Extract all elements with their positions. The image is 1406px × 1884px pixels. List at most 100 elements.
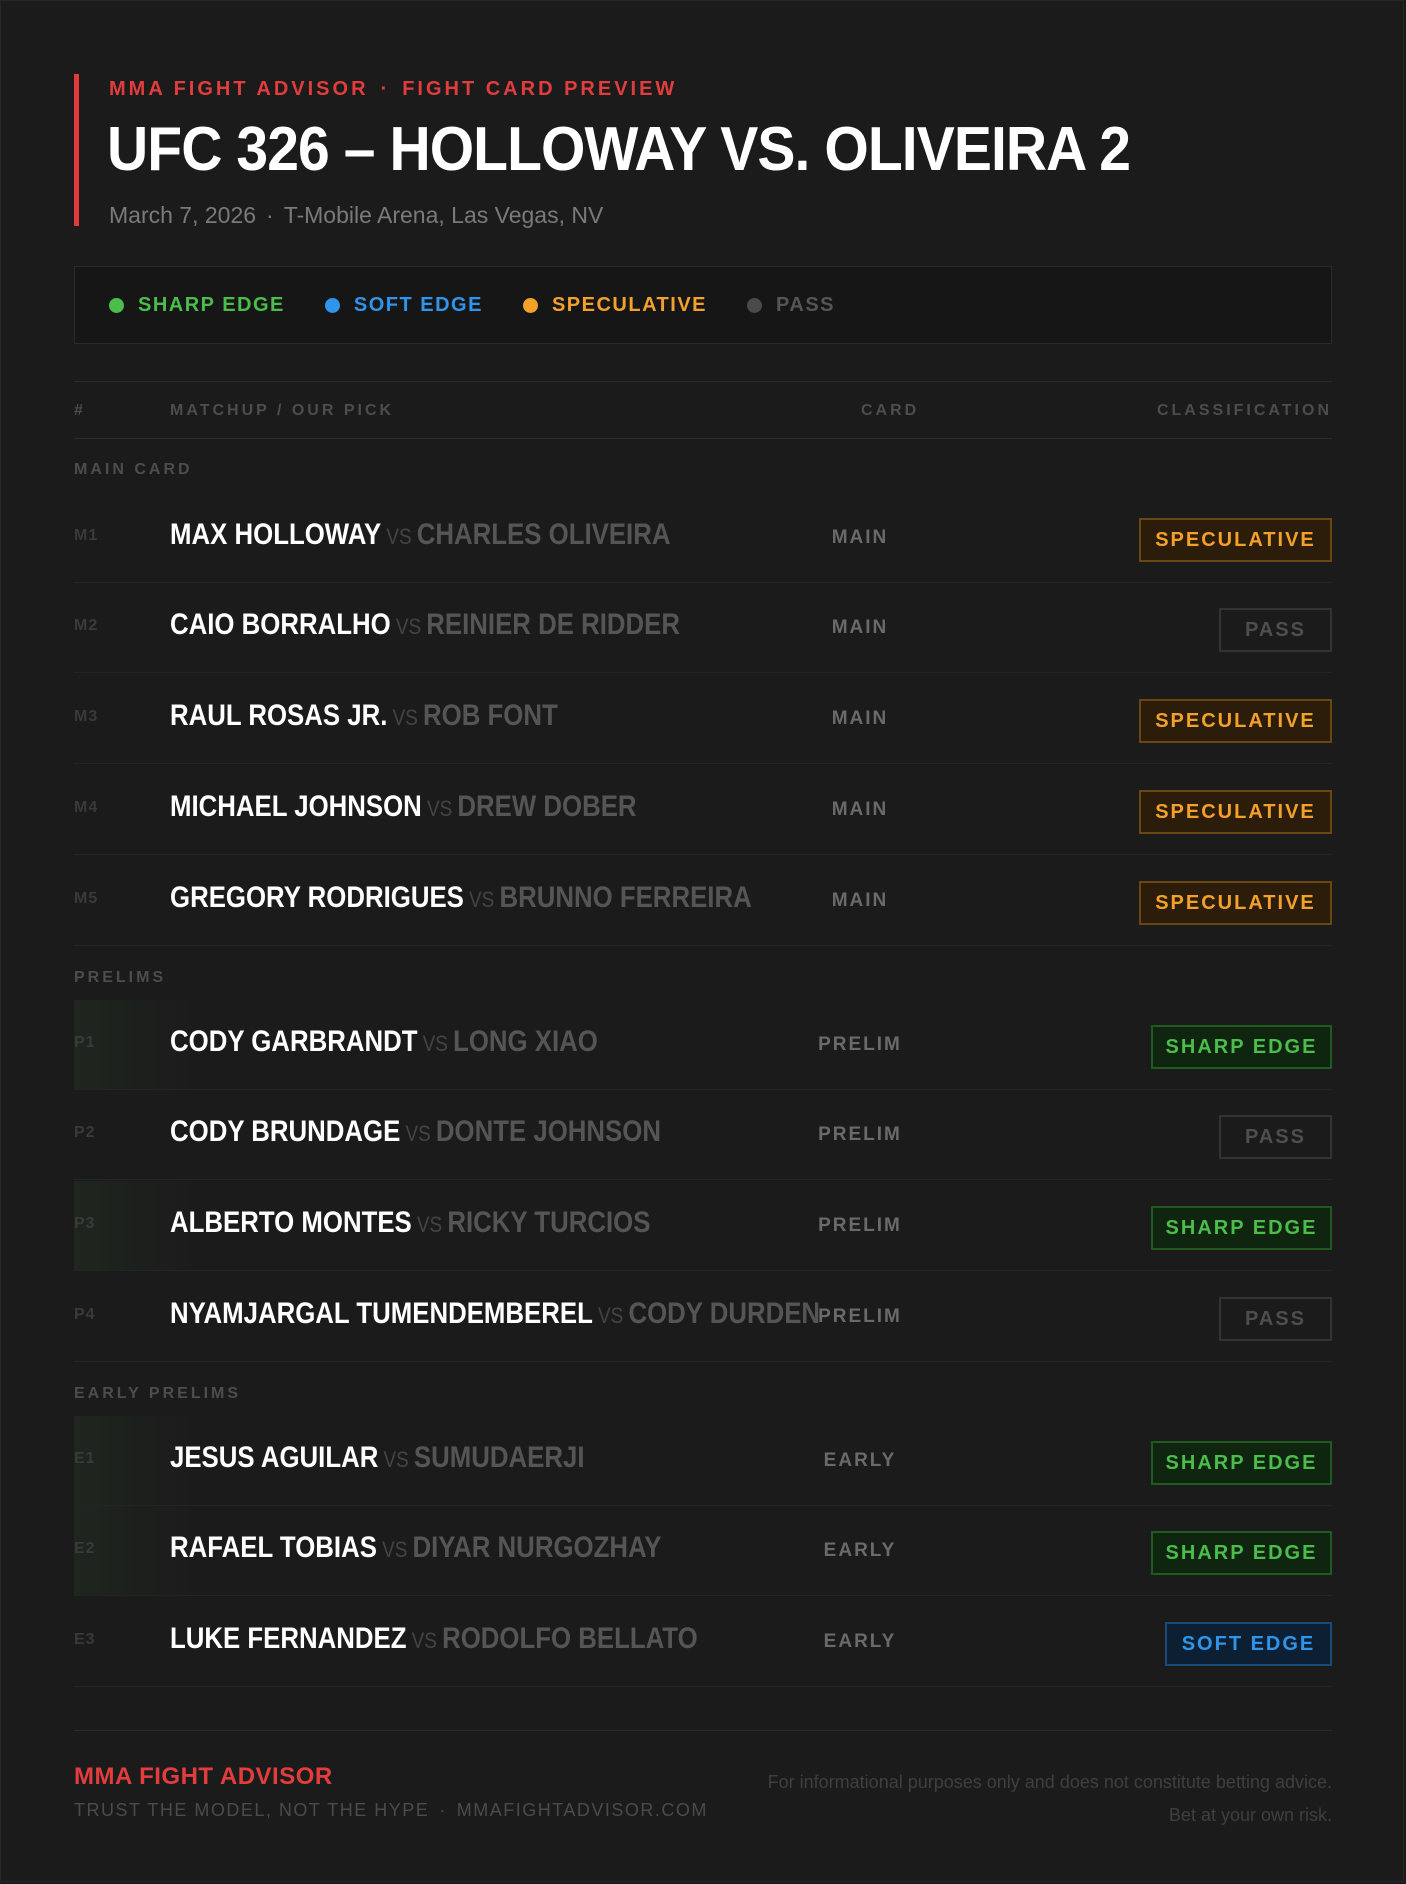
fight-number: P1 <box>74 1034 96 1051</box>
opponent-fighter: RODOLFO BELLATO <box>442 1622 698 1655</box>
table-row: P2 CODY BRUNDAGE VS DONTE JOHNSON PRELIM PASS <box>74 1090 1332 1180</box>
classification-badge: SHARP EDGE <box>1151 1441 1332 1485</box>
eyebrow-separator: · <box>380 78 391 100</box>
fight-number: E2 <box>74 1540 96 1557</box>
opponent-fighter: DIYAR NURGOZHAY <box>412 1531 662 1564</box>
opponent-fighter: DONTE JOHNSON <box>435 1115 661 1148</box>
card-segment: MAIN <box>831 617 889 638</box>
classification-badge: PASS <box>1219 608 1332 652</box>
column-header-card: CARD <box>861 402 920 419</box>
matchup: JESUS AGUILAR VS SUMUDAERJI <box>170 1441 585 1475</box>
table-row: M1 MAX HOLLOWAY VS CHARLES OLIVEIRA MAIN SPEC… <box>74 493 1332 583</box>
picked-fighter: CAIO BORRALHO <box>170 608 391 641</box>
table-row: M3 RAUL ROSAS JR. VS ROB FONT MAIN SPECULATIV… <box>74 674 1332 764</box>
legend-item-sharp-edge: SHARP EDGE <box>109 294 285 317</box>
card-segment: PRELIM <box>818 1034 902 1055</box>
table-row: E2 RAFAEL TOBIAS VS DIYAR NURGOZHAY EARLY SHA… <box>74 1506 1332 1596</box>
soft-edge-dot-icon <box>324 297 340 313</box>
vs-label: VS <box>422 1031 448 1056</box>
table-row: M4 MICHAEL JOHNSON VS DREW DOBER MAIN SPECULA… <box>74 765 1332 855</box>
vs-label: VS <box>386 524 412 549</box>
classification-badge: SHARP EDGE <box>1151 1025 1332 1069</box>
card-segment: MAIN <box>831 708 889 729</box>
picked-fighter: MICHAEL JOHNSON <box>170 790 422 823</box>
page-footer: MMA FIGHT ADVISOR TRUST THE MODEL, NOT T… <box>74 1730 1332 1831</box>
card-segment: PRELIM <box>818 1124 902 1145</box>
fight-number: P4 <box>74 1306 96 1323</box>
classification-badge: SPECULATIVE <box>1139 699 1332 743</box>
opponent-fighter: CHARLES OLIVEIRA <box>416 518 671 551</box>
eyebrow-brand: MMA FIGHT ADVISOR <box>109 78 369 100</box>
column-header-number: # <box>74 402 86 419</box>
picked-fighter: RAFAEL TOBIAS <box>170 1531 377 1564</box>
fight-number: M4 <box>74 799 99 816</box>
picked-fighter: MAX HOLLOWAY <box>170 518 382 551</box>
classification-badge: PASS <box>1219 1297 1332 1341</box>
table-row: M5 GREGORY RODRIGUES VS BRUNNO FERREIRA MAIN… <box>74 856 1332 946</box>
legend-label: PASS <box>776 293 835 316</box>
event-venue: T-Mobile Arena, Las Vegas, NV <box>283 202 604 228</box>
table-row: P3 ALBERTO MONTES VS RICKY TURCIOS PRELIM SHA… <box>74 1181 1332 1271</box>
card-segment: PRELIM <box>818 1306 902 1327</box>
footer-brand: MMA FIGHT ADVISOR <box>74 1763 333 1790</box>
footer-tagline: TRUST THE MODEL, NOT THE HYPE · MMAFIGHTAD… <box>74 1800 708 1821</box>
footer-site-link[interactable]: MMAFIGHTADVISOR.COM <box>457 1800 708 1820</box>
eyebrow: MMA FIGHT ADVISOR · FIGHT CARD PREVIEW <box>109 78 677 101</box>
vs-label: VS <box>411 1628 437 1653</box>
matchup: ALBERTO MONTES VS RICKY TURCIOS <box>170 1206 650 1240</box>
event-date: March 7, 2026 <box>109 202 257 228</box>
card-segment: EARLY <box>823 1450 897 1471</box>
fight-number: M5 <box>74 890 99 907</box>
opponent-fighter: ROB FONT <box>423 699 558 732</box>
vs-label: VS <box>598 1303 624 1328</box>
matchup: CODY BRUNDAGE VS DONTE JOHNSON <box>170 1115 661 1149</box>
matchup: RAFAEL TOBIAS VS DIYAR NURGOZHAY <box>170 1531 661 1565</box>
column-header-matchup: MATCHUP / OUR PICK <box>170 402 395 419</box>
disclaimer-line: Bet at your own risk. <box>1168 1805 1332 1825</box>
fight-number: M1 <box>74 527 99 544</box>
card-segment: MAIN <box>831 799 889 820</box>
picked-fighter: RAUL ROSAS JR. <box>170 699 388 732</box>
classification-badge: SHARP EDGE <box>1151 1531 1332 1575</box>
matchup: GREGORY RODRIGUES VS BRUNNO FERREIRA <box>170 881 752 915</box>
vs-label: VS <box>405 1121 431 1146</box>
legend-label: SOFT EDGE <box>353 293 483 316</box>
card-segment: MAIN <box>831 890 889 911</box>
eyebrow-section: FIGHT CARD PREVIEW <box>402 78 678 100</box>
matchup: RAUL ROSAS JR. VS ROB FONT <box>170 699 558 733</box>
legend-label: SPECULATIVE <box>551 293 708 316</box>
vs-label: VS <box>469 887 495 912</box>
vs-label: VS <box>416 1212 443 1237</box>
vs-label: VS <box>382 1537 408 1562</box>
tagline-text: TRUST THE MODEL, NOT THE HYPE <box>74 1800 430 1820</box>
pass-dot-icon <box>747 297 763 313</box>
opponent-fighter: DREW DOBER <box>457 790 637 823</box>
subtitle-separator: · <box>266 202 274 228</box>
fight-number: P3 <box>74 1215 96 1232</box>
vs-label: VS <box>426 796 453 821</box>
opponent-fighter: LONG XIAO <box>453 1025 598 1058</box>
vs-label: VS <box>383 1447 409 1472</box>
table-row: E3 LUKE FERNANDEZ VS RODOLFO BELLATO EARLY SO… <box>74 1597 1332 1687</box>
picked-fighter: GREGORY RODRIGUES <box>170 881 464 914</box>
opponent-fighter: SUMUDAERJI <box>413 1441 585 1474</box>
fight-number: P2 <box>74 1124 96 1141</box>
table-header: # MATCHUP / OUR PICK CARD CLASSIFICATION <box>74 381 1332 439</box>
fight-number: E3 <box>74 1631 96 1648</box>
disclaimer-line: For informational purposes only and does… <box>767 1772 1332 1792</box>
opponent-fighter: REINIER DE RIDDER <box>426 608 681 641</box>
picked-fighter: LUKE FERNANDEZ <box>170 1622 407 1655</box>
section-label-main-card: MAIN CARD <box>74 461 193 478</box>
matchup: NYAMJARGAL TUMENDEMBEREL VS CODY DURDEN <box>170 1297 820 1331</box>
section-label-prelims: PRELIMS <box>74 969 167 986</box>
legend-item-pass: PASS <box>747 294 835 317</box>
picked-fighter: NYAMJARGAL TUMENDEMBEREL <box>170 1297 593 1330</box>
opponent-fighter: RICKY TURCIOS <box>447 1206 651 1239</box>
classification-badge: SPECULATIVE <box>1139 881 1332 925</box>
picked-fighter: ALBERTO MONTES <box>170 1206 412 1239</box>
column-header-classification: CLASSIFICATION <box>1156 402 1332 419</box>
matchup: LUKE FERNANDEZ VS RODOLFO BELLATO <box>170 1622 698 1656</box>
table-row: P4 NYAMJARGAL TUMENDEMBEREL VS CODY DURDEN P… <box>74 1272 1332 1362</box>
footer-disclaimer: For informational purposes only and does… <box>768 1766 1332 1832</box>
classification-badge: SPECULATIVE <box>1139 518 1332 562</box>
